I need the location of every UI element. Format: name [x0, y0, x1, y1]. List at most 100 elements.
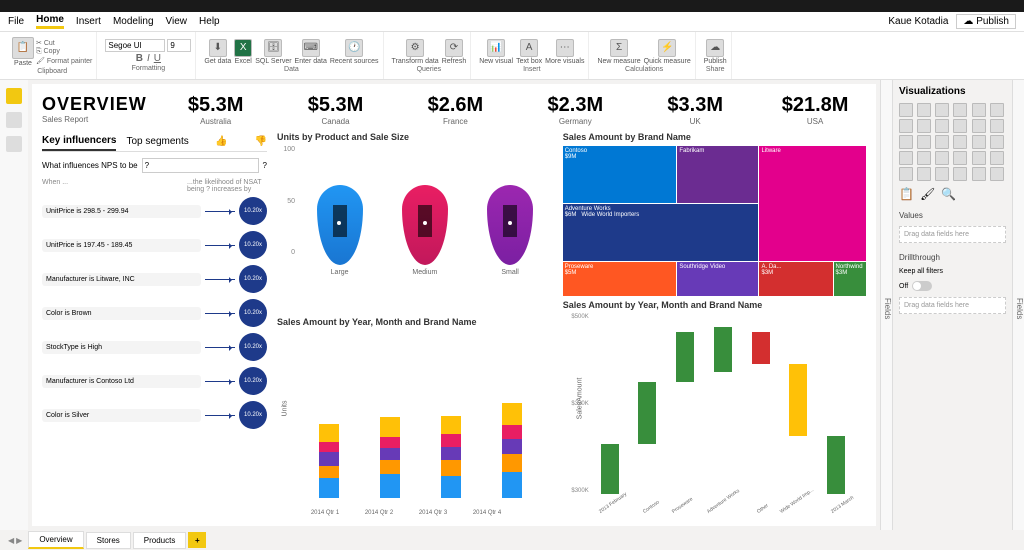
next-page-icon[interactable]: ▶: [16, 536, 22, 545]
viz-type-icon[interactable]: [953, 103, 967, 117]
publish-button[interactable]: ☁ Publish: [956, 14, 1016, 29]
thumbs-up-icon[interactable]: 👍: [215, 136, 227, 147]
model-view-icon[interactable]: [6, 136, 22, 152]
waterfall-chart[interactable]: SalesAmount $500K$350K$300K 2013 Februar…: [563, 314, 866, 516]
excel-button[interactable]: XExcel: [234, 39, 252, 65]
viz-type-icon[interactable]: [935, 103, 949, 117]
menu-home[interactable]: Home: [36, 14, 64, 29]
fields-tab-icon[interactable]: 📋: [899, 187, 914, 201]
sql-button[interactable]: 🗄SQL Server: [255, 39, 291, 65]
influencer-item[interactable]: Manufacturer is Litware, INC10.20x: [42, 265, 267, 293]
recent-button[interactable]: 🕐Recent sources: [330, 39, 379, 65]
viz-type-icon[interactable]: [935, 119, 949, 133]
viz-type-icon[interactable]: [935, 167, 949, 181]
drill-dropzone[interactable]: Drag data fields here: [899, 297, 1006, 314]
viz-type-icon[interactable]: [972, 103, 986, 117]
drillthrough-label: Drillthrough: [899, 253, 1006, 262]
tab-top-segments[interactable]: Top segments: [126, 133, 188, 150]
influencer-item[interactable]: Color is Brown10.20x: [42, 299, 267, 327]
viz-type-icon[interactable]: [953, 167, 967, 181]
tab-stores[interactable]: Stores: [86, 532, 131, 549]
format-painter-button[interactable]: 🖌 Format painter: [36, 57, 92, 65]
influencer-item[interactable]: StockType is High10.20x: [42, 333, 267, 361]
viz-type-icon[interactable]: [899, 151, 913, 165]
get-data-button[interactable]: ⬇Get data: [204, 39, 231, 65]
influencer-item[interactable]: UnitPrice is 298.5 - 299.9410.20x: [42, 197, 267, 225]
viz-type-icon[interactable]: [990, 151, 1004, 165]
viz-type-icon[interactable]: [972, 167, 986, 181]
viz-type-icon[interactable]: [953, 119, 967, 133]
ribbon-chart-title: Sales Amount by Year, Month and Brand Na…: [277, 317, 553, 327]
influencer-item[interactable]: UnitPrice is 197.45 - 189.4510.20x: [42, 231, 267, 259]
paste-button[interactable]: 📋Paste: [12, 37, 34, 67]
kpi-canada: $5.3MCanada: [285, 94, 387, 126]
viz-type-icon[interactable]: [917, 151, 931, 165]
new-measure-button[interactable]: ΣNew measure: [597, 39, 640, 65]
viz-type-icon[interactable]: [917, 119, 931, 133]
menu-help[interactable]: Help: [199, 16, 220, 27]
menu-modeling[interactable]: Modeling: [113, 16, 154, 27]
keep-filters-toggle[interactable]: [912, 281, 932, 291]
viz-type-icon[interactable]: [972, 135, 986, 149]
viz-type-icon[interactable]: [972, 119, 986, 133]
viz-type-icon[interactable]: [917, 135, 931, 149]
copy-button[interactable]: ⎘ Copy: [36, 48, 92, 56]
viz-type-icon[interactable]: [899, 135, 913, 149]
transform-button[interactable]: ⚙Transform data: [392, 39, 439, 65]
bold-button[interactable]: B: [136, 53, 143, 64]
influencer-item[interactable]: Manufacturer is Contoso Ltd10.20x: [42, 367, 267, 395]
influencer-item[interactable]: Color is Silver10.20x: [42, 401, 267, 429]
violin-chart[interactable]: 100500 Large Medium Small: [277, 146, 553, 313]
key-influencers-visual[interactable]: Key influencers Top segments 👍 👎 What in…: [42, 132, 267, 516]
viz-type-icon[interactable]: [990, 119, 1004, 133]
ribbon-chart[interactable]: Units 2014 Qtr 1 2014 Qtr 2 2014 Qtr 3 2…: [277, 331, 553, 516]
tab-overview[interactable]: Overview: [28, 531, 83, 549]
viz-type-icon[interactable]: [990, 135, 1004, 149]
more-visuals-button[interactable]: ⋯More visuals: [545, 39, 584, 65]
viz-type-icon[interactable]: [917, 103, 931, 117]
viz-type-icon[interactable]: [935, 151, 949, 165]
fields-collapse[interactable]: Fields: [880, 80, 892, 530]
view-rail: [0, 80, 28, 530]
viz-type-icon[interactable]: [953, 151, 967, 165]
viz-type-icon[interactable]: [972, 151, 986, 165]
add-page-button[interactable]: +: [188, 532, 206, 548]
report-view-icon[interactable]: [6, 88, 22, 104]
waterfall-title: Sales Amount by Year, Month and Brand Na…: [563, 300, 866, 310]
viz-type-icon[interactable]: [990, 167, 1004, 181]
tab-products[interactable]: Products: [133, 532, 187, 549]
tab-key-influencers[interactable]: Key influencers: [42, 132, 116, 151]
viz-type-icon[interactable]: [990, 103, 1004, 117]
viz-type-icon[interactable]: [899, 119, 913, 133]
italic-button[interactable]: I: [147, 53, 150, 64]
refresh-button[interactable]: ⟳Refresh: [442, 39, 467, 65]
treemap-chart[interactable]: Contoso$9M Fabrikam Litware Adventure Wo…: [563, 146, 866, 296]
underline-button[interactable]: U: [154, 53, 161, 64]
cut-button[interactable]: ✂ Cut: [36, 39, 92, 47]
prev-page-icon[interactable]: ◀: [8, 536, 14, 545]
menu-view[interactable]: View: [166, 16, 188, 27]
text-box-button[interactable]: AText box: [516, 39, 542, 65]
viz-type-icon[interactable]: [899, 103, 913, 117]
values-dropzone[interactable]: Drag data fields here: [899, 226, 1006, 243]
analytics-tab-icon[interactable]: 🔍: [941, 187, 956, 201]
report-canvas: OVERVIEW Sales Report $5.3MAustralia $5.…: [32, 84, 876, 526]
quick-measure-button[interactable]: ⚡Quick measure: [644, 39, 691, 65]
viz-type-icon[interactable]: [935, 135, 949, 149]
viz-type-icon[interactable]: [899, 167, 913, 181]
font-size-select[interactable]: [167, 39, 191, 52]
thumbs-down-icon[interactable]: 👎: [255, 136, 267, 147]
publish-ribbon-button[interactable]: ☁Publish: [704, 39, 727, 65]
fields-pane-collapse[interactable]: Fields: [1012, 80, 1024, 530]
viz-type-icon[interactable]: [953, 135, 967, 149]
menu-insert[interactable]: Insert: [76, 16, 101, 27]
influence-dropdown[interactable]: ?: [142, 158, 259, 173]
data-view-icon[interactable]: [6, 112, 22, 128]
new-visual-button[interactable]: 📊New visual: [479, 39, 513, 65]
enter-data-button[interactable]: ⌨Enter data: [295, 39, 327, 65]
font-select[interactable]: [105, 39, 165, 52]
format-tab-icon[interactable]: 🖌: [920, 187, 935, 201]
viz-type-icon[interactable]: [917, 167, 931, 181]
menu-file[interactable]: File: [8, 16, 24, 27]
treemap-title: Sales Amount by Brand Name: [563, 132, 866, 142]
